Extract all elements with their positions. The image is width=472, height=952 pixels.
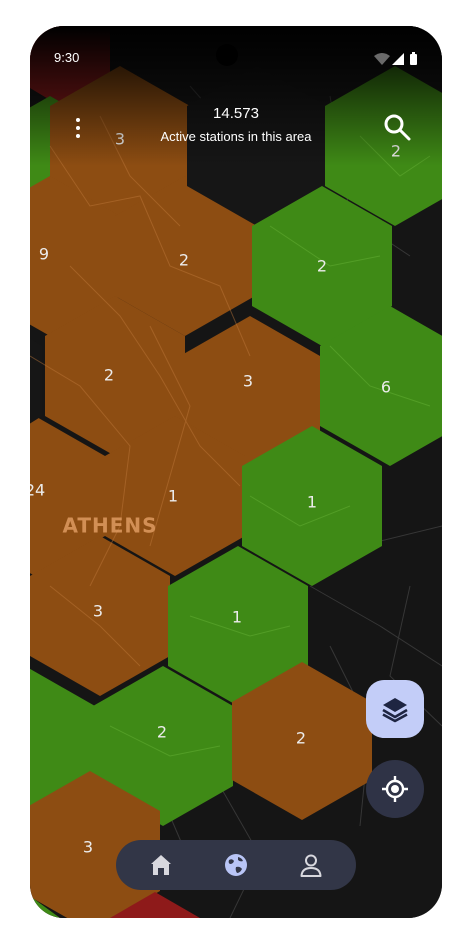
bottom-navigation	[116, 840, 356, 890]
city-label: ATHENS	[62, 514, 157, 538]
battery-icon	[410, 54, 417, 65]
signal-icon	[392, 53, 404, 65]
phone-screen: 3 2 9 2 2 2 3 6 24 1 1 3 1 2 2 3 ATHENS …	[30, 26, 442, 918]
status-icons	[374, 52, 417, 65]
hex-label: 2	[104, 366, 114, 385]
hex-label: 6	[381, 378, 391, 397]
camera-cutout	[216, 44, 238, 66]
wifi-icon	[374, 53, 390, 65]
layers-icon	[382, 698, 408, 723]
hex-label: 2	[317, 257, 327, 276]
hex-label: 3	[243, 372, 253, 391]
hex-label: 24	[30, 481, 45, 500]
my-location-icon	[382, 776, 408, 802]
hex-label: 2	[296, 729, 306, 748]
kebab-dot	[76, 126, 80, 130]
my-location-button[interactable]	[366, 760, 424, 818]
hex-label: 2	[179, 251, 189, 270]
layers-button[interactable]	[366, 680, 424, 738]
kebab-dot	[76, 118, 80, 122]
home-icon[interactable]	[148, 852, 174, 878]
station-count: 14.573	[213, 105, 259, 122]
status-bar: 9:30	[30, 26, 442, 66]
hex-label: 3	[93, 602, 103, 621]
hex-label: 1	[307, 493, 317, 512]
hex-label: 3	[83, 838, 93, 857]
hex-label: 2	[157, 723, 167, 742]
top-bar: 14.573 Active stations in this area	[30, 102, 442, 152]
hex-label: 1	[168, 487, 178, 506]
globe-icon[interactable]	[223, 852, 249, 878]
person-icon[interactable]	[298, 852, 324, 878]
kebab-dot	[76, 134, 80, 138]
station-stats: 14.573 Active stations in this area	[130, 102, 342, 146]
status-time: 9:30	[54, 50, 80, 65]
more-menu-button[interactable]	[68, 116, 86, 140]
hex-label: 1	[232, 608, 242, 627]
search-icon[interactable]	[382, 112, 412, 142]
station-count-label: Active stations in this area	[160, 129, 312, 144]
hex-label: 9	[39, 245, 49, 264]
